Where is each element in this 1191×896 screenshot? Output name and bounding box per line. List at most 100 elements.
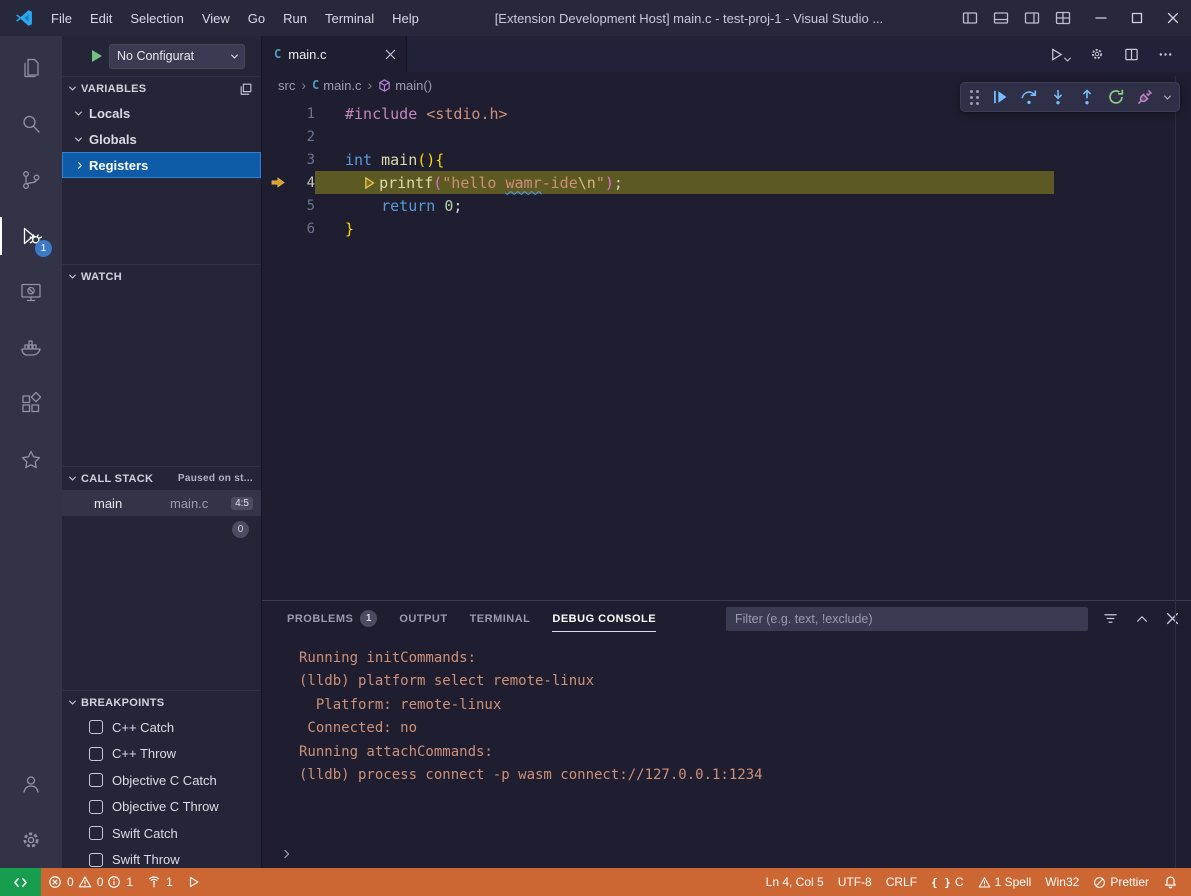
minimize-button[interactable] [1083, 0, 1119, 36]
breadcrumb-symbol[interactable]: main() [378, 78, 432, 93]
remote-indicator[interactable] [0, 868, 41, 896]
token [435, 197, 444, 215]
docker-icon [19, 336, 43, 360]
maximize-button[interactable] [1119, 0, 1155, 36]
toggle-sidebar-icon[interactable] [962, 10, 978, 26]
close-panel-icon[interactable] [1166, 612, 1179, 625]
step-into-button[interactable] [1045, 84, 1071, 110]
notifications-button[interactable] [1156, 868, 1191, 896]
tab-problems[interactable]: PROBLEMS1 [287, 610, 377, 627]
customize-layout-icon[interactable] [1055, 10, 1071, 26]
breadcrumb-folder[interactable]: src [278, 78, 295, 93]
language-mode[interactable]: { }C [924, 868, 971, 896]
checkbox[interactable] [89, 720, 103, 734]
breakpoints-header[interactable]: BREAKPOINTS [62, 690, 261, 714]
checkbox[interactable] [89, 853, 103, 867]
activity-favorites[interactable] [0, 432, 62, 488]
frame-file: main.c [170, 496, 231, 511]
toggle-panel-icon[interactable] [993, 10, 1009, 26]
collapse-all-icon[interactable] [239, 82, 253, 96]
watch-header[interactable]: WATCH [62, 264, 261, 288]
breakpoint-row[interactable]: Objective C Throw [62, 794, 261, 821]
step-out-button[interactable] [1074, 84, 1100, 110]
variables-header[interactable]: VARIABLES [62, 76, 261, 100]
breakpoint-row[interactable]: Swift Catch [62, 820, 261, 847]
activity-extensions[interactable] [0, 376, 62, 432]
formatter-status[interactable]: Prettier [1086, 868, 1156, 896]
menu-go[interactable]: Go [239, 7, 274, 30]
restart-button[interactable] [1103, 84, 1129, 110]
variables-item-locals[interactable]: Locals [62, 100, 261, 126]
encoding-indicator[interactable]: UTF-8 [831, 868, 879, 896]
split-editor-icon[interactable] [1124, 47, 1139, 62]
code-editor[interactable]: 1 #include <stdio.h> 2 3 int main(){ 4 p… [262, 98, 1191, 600]
menu-edit[interactable]: Edit [81, 7, 121, 30]
variables-item-globals[interactable]: Globals [62, 126, 261, 152]
checkbox[interactable] [89, 800, 103, 814]
console-filter-input[interactable] [726, 607, 1088, 631]
breakpoint-label: Swift Throw [112, 852, 180, 867]
breakpoint-row[interactable]: C++ Catch [62, 714, 261, 741]
activity-search[interactable] [0, 96, 62, 152]
menu-run[interactable]: Run [274, 7, 316, 30]
spell-checker-status[interactable]: 1 Spell [971, 868, 1039, 896]
menu-file[interactable]: File [42, 7, 81, 30]
editor-settings-icon[interactable] [1089, 46, 1105, 62]
stack-frame-row[interactable]: main main.c 4:5 [62, 490, 261, 516]
toggle-secondary-sidebar-icon[interactable] [1024, 10, 1040, 26]
forwarded-ports-status[interactable]: 1 [140, 868, 180, 896]
run-file-button[interactable] [1049, 47, 1070, 62]
activity-run-debug[interactable]: 1 [0, 208, 62, 264]
cursor-position[interactable]: Ln 4, Col 5 [759, 868, 831, 896]
toolbar-drag-handle[interactable] [968, 88, 982, 106]
start-debug-icon[interactable] [92, 50, 102, 62]
activity-source-control[interactable] [0, 152, 62, 208]
activity-remote-explorer[interactable] [0, 264, 62, 320]
maximize-panel-icon[interactable] [1135, 612, 1149, 626]
token [345, 197, 381, 215]
console-line: (lldb) process connect -p wasm connect:/… [299, 764, 1191, 787]
disconnect-button[interactable] [1132, 84, 1158, 110]
continue-button[interactable] [987, 84, 1013, 110]
activity-explorer[interactable] [0, 40, 62, 96]
menu-help[interactable]: Help [383, 7, 428, 30]
filter-icon[interactable] [1103, 611, 1118, 626]
eol-indicator[interactable]: CRLF [879, 868, 924, 896]
tab-main-c[interactable]: C main.c [262, 36, 407, 72]
settings-button[interactable] [0, 812, 62, 868]
c-file-icon: C [312, 78, 319, 92]
token: 0 [444, 197, 453, 215]
tab-debug-console[interactable]: DEBUG CONSOLE [552, 613, 656, 625]
problems-status[interactable]: 0 0 1 [41, 868, 140, 896]
info-icon [107, 875, 121, 889]
activity-docker[interactable] [0, 320, 62, 376]
accounts-button[interactable] [0, 756, 62, 812]
menu-terminal[interactable]: Terminal [316, 7, 383, 30]
close-tab-icon[interactable] [385, 49, 396, 60]
debug-console-output[interactable]: Running initCommands: (lldb) platform se… [262, 636, 1191, 840]
tab-terminal[interactable]: TERMINAL [470, 613, 531, 625]
breakpoint-row[interactable]: Objective C Catch [62, 767, 261, 794]
checkbox[interactable] [89, 747, 103, 761]
checkbox[interactable] [89, 826, 103, 840]
token: -ide [542, 174, 578, 192]
more-actions-icon[interactable] [1158, 47, 1173, 62]
variables-item-registers[interactable]: Registers [62, 152, 261, 178]
checkbox[interactable] [89, 773, 103, 787]
debug-status-icon-item[interactable] [180, 868, 208, 896]
current-line-arrow-icon[interactable] [262, 176, 294, 189]
call-stack-header[interactable]: CALL STACK Paused on st... [62, 466, 261, 490]
debug-toolbar-more-icon[interactable] [1164, 92, 1171, 99]
code-line-2: 2 [262, 125, 1191, 148]
step-over-button[interactable] [1016, 84, 1042, 110]
close-button[interactable] [1155, 0, 1191, 36]
breakpoint-row[interactable]: Swift Throw [62, 847, 261, 869]
breakpoint-row[interactable]: C++ Throw [62, 741, 261, 768]
menu-view[interactable]: View [193, 7, 239, 30]
breadcrumb-file[interactable]: Cmain.c [312, 78, 362, 93]
platform-indicator[interactable]: Win32 [1038, 868, 1086, 896]
console-input[interactable] [262, 840, 1191, 868]
tab-output[interactable]: OUTPUT [399, 613, 447, 625]
launch-config-dropdown[interactable]: No Configurat [109, 44, 245, 69]
menu-selection[interactable]: Selection [121, 7, 192, 30]
